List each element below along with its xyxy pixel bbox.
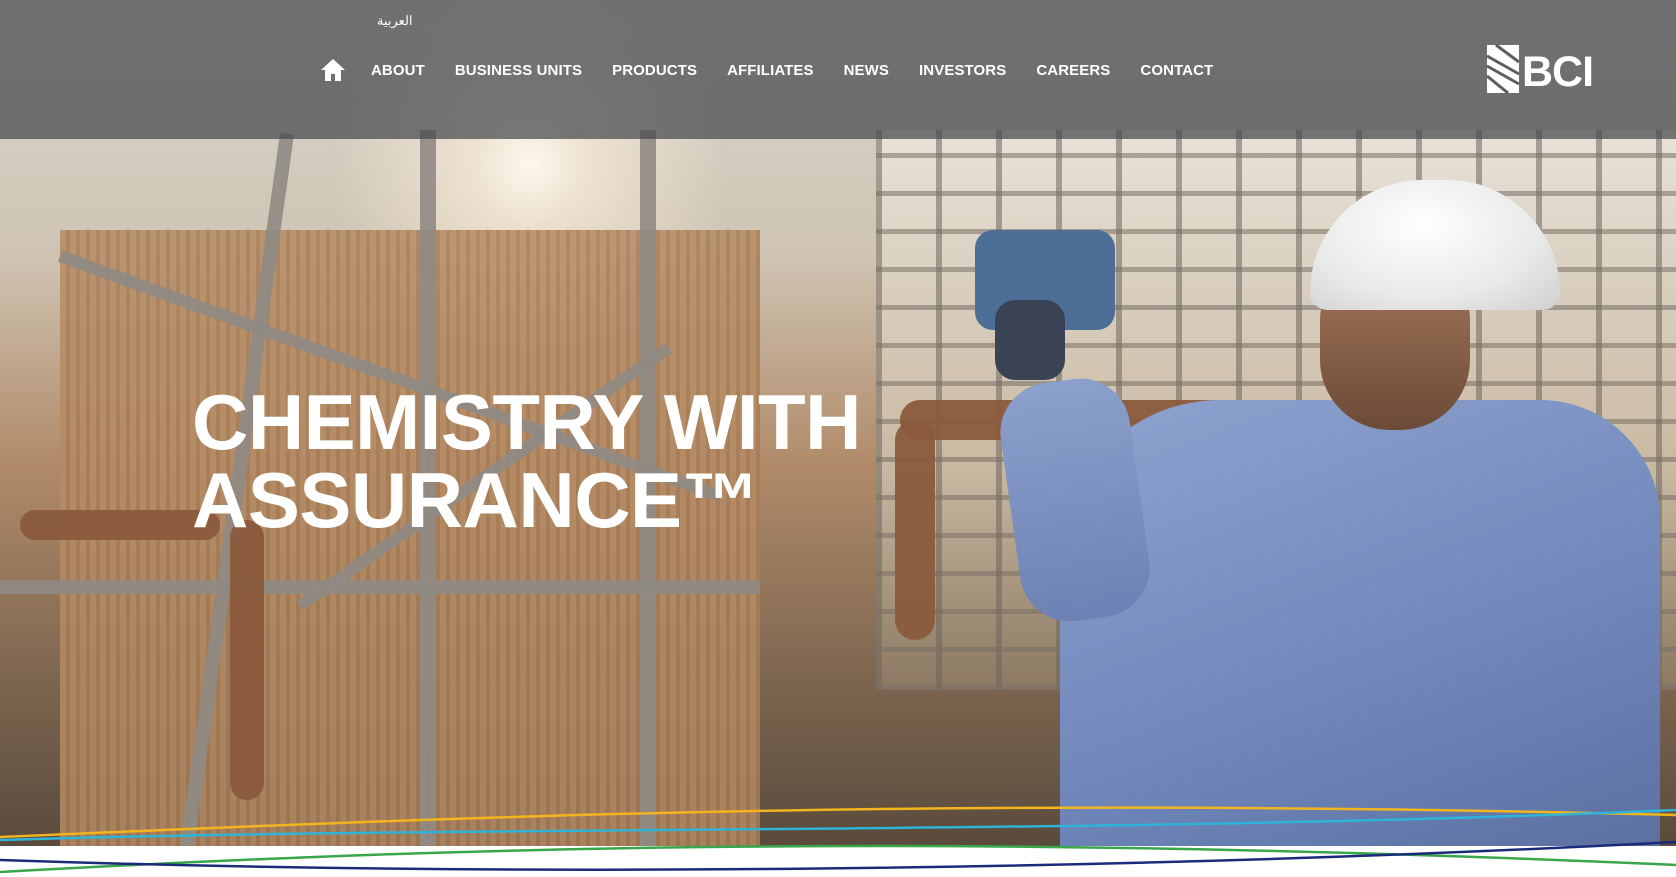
nav-item-business-units[interactable]: BUSINESS UNITS <box>455 62 582 79</box>
hero-headline-line-2: ASSURANCE™ <box>192 456 760 544</box>
nav-item-contact[interactable]: CONTACT <box>1140 62 1213 79</box>
nav-item-products[interactable]: PRODUCTS <box>612 62 697 79</box>
hero-headline: CHEMISTRY WITH ASSURANCE™ <box>192 383 992 539</box>
logo-text: BCI <box>1522 47 1594 96</box>
page: العربية ABOUT BUSINESS UNITS PRODUCTS AF… <box>0 0 1676 877</box>
hero-headline-line-1: CHEMISTRY WITH <box>192 378 862 466</box>
nav-item-affiliates[interactable]: AFFILIATES <box>727 62 814 79</box>
nav-item-about[interactable]: ABOUT <box>371 62 425 79</box>
nav-item-investors[interactable]: INVESTORS <box>919 62 1006 79</box>
nav-item-careers[interactable]: CAREERS <box>1036 62 1110 79</box>
decorative-wave-lines <box>0 806 1676 874</box>
hero-pipe <box>20 510 220 540</box>
language-switch-link[interactable]: العربية <box>377 13 413 29</box>
wave-line-yellow <box>0 806 1676 839</box>
nav-item-news[interactable]: NEWS <box>844 62 889 79</box>
home-icon[interactable] <box>320 58 346 82</box>
logo-mark-icon <box>1486 44 1520 94</box>
hero-pipe <box>230 520 264 800</box>
main-nav: ABOUT BUSINESS UNITS PRODUCTS AFFILIATES… <box>320 52 1243 88</box>
hero-steel-beam <box>0 580 760 594</box>
hero-worker-glove <box>995 300 1065 380</box>
company-logo[interactable]: BCI <box>1486 44 1594 96</box>
top-navigation-bar: العربية ABOUT BUSINESS UNITS PRODUCTS AF… <box>0 0 1676 139</box>
wave-line-cyan <box>0 808 1676 842</box>
